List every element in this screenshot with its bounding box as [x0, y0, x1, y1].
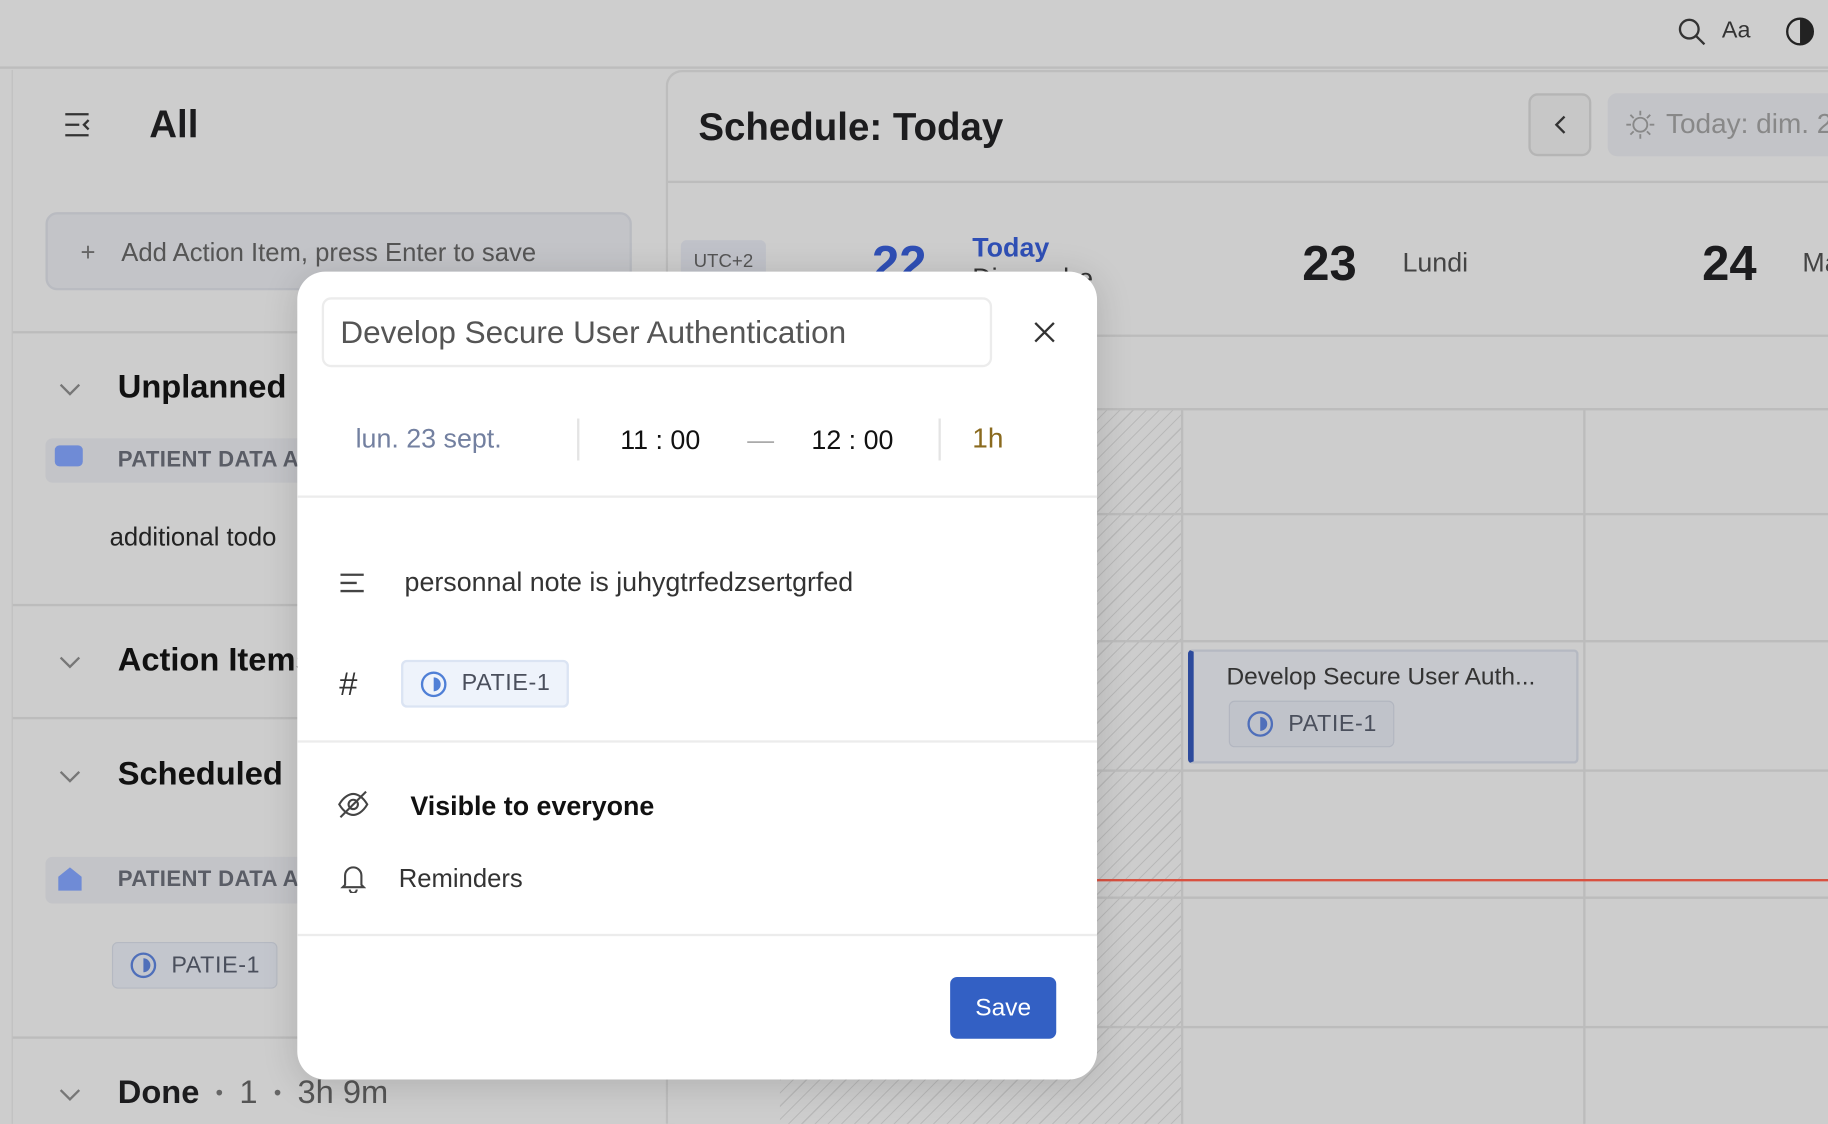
section-unplanned[interactable]: Unplanned [118, 368, 287, 405]
chevron-down-icon[interactable] [57, 764, 83, 790]
time-dash: — [747, 424, 775, 455]
close-icon[interactable] [1033, 321, 1056, 344]
sidebar-toggle-icon[interactable] [64, 112, 92, 138]
chevron-down-icon[interactable] [57, 649, 83, 675]
search-icon[interactable] [1676, 16, 1706, 46]
half-circle-icon [420, 670, 447, 697]
divider [668, 180, 1828, 184]
divider [297, 933, 1098, 937]
section-scheduled[interactable]: Scheduled [118, 755, 283, 792]
bullet: • [215, 1080, 224, 1104]
tag-chip[interactable]: PATIE-1 [401, 659, 570, 708]
save-button[interactable]: Save [950, 976, 1057, 1039]
eye-off-icon[interactable] [337, 789, 370, 819]
reminders-button[interactable]: Reminders [399, 864, 523, 894]
prev-button[interactable] [1528, 93, 1592, 157]
item-label: PATIENT DATA A [117, 447, 300, 473]
now-line [1087, 879, 1828, 882]
date-field[interactable]: lun. 23 sept. [356, 423, 502, 454]
add-input-placeholder: Add Action Item, press Enter to save [121, 237, 537, 267]
separator [577, 418, 580, 461]
item-icon [56, 865, 84, 899]
grid-col-line [1583, 408, 1586, 1124]
chevron-left-icon [1554, 115, 1566, 134]
item-icon [54, 445, 83, 467]
font-size-icon[interactable]: Aa [1722, 17, 1751, 44]
event-title: Develop Secure User Auth... [1226, 663, 1536, 691]
tag-chip[interactable]: PATIE-1 [1228, 700, 1395, 748]
list-item[interactable]: PATIENT DATA A [45, 438, 326, 483]
hash-icon: # [339, 665, 358, 702]
day-number[interactable]: 24 [1702, 235, 1756, 291]
tag-chip[interactable]: PATIE-1 [111, 941, 278, 989]
list-item[interactable]: PATIENT DATA A [45, 856, 326, 904]
schedule-title: Schedule: Today [698, 104, 1004, 149]
half-circle-icon [1247, 711, 1274, 737]
day-number[interactable]: 23 [1302, 235, 1356, 291]
sidebar-title: All [149, 102, 199, 146]
start-time[interactable]: 11 : 00 [620, 424, 700, 455]
divider [297, 740, 1098, 743]
today-button-label: Today: dim. 2 [1665, 108, 1828, 140]
contrast-icon[interactable] [1785, 16, 1815, 46]
done-count: 1 [239, 1073, 258, 1110]
event-edit-modal: Develop Secure User Authentication lun. … [297, 271, 1098, 1080]
tag-label: PATIE-1 [461, 670, 551, 696]
plus-icon: + [80, 237, 96, 267]
top-bar: Aa [0, 0, 1828, 69]
chevron-down-icon[interactable] [57, 377, 83, 403]
title-input[interactable]: Develop Secure User Authentication [321, 297, 993, 368]
day-label: Lundi [1402, 247, 1469, 278]
visibility-toggle[interactable]: Visible to everyone [410, 790, 654, 821]
note-icon [340, 573, 364, 593]
divider [297, 495, 1098, 498]
sun-icon [1626, 110, 1655, 139]
bell-icon [340, 866, 367, 894]
section-action-items[interactable]: Action Items [118, 641, 314, 678]
grid-col-line [1180, 408, 1184, 1124]
tag-label: PATIE-1 [171, 951, 261, 978]
item-label: PATIENT DATA A [117, 867, 300, 892]
bullet: • [273, 1080, 282, 1104]
day-label: Ma [1802, 247, 1828, 278]
separator [938, 418, 941, 461]
list-item-text[interactable]: additional todo [110, 522, 277, 552]
day-label: Today [972, 231, 1050, 263]
end-time[interactable]: 12 : 00 [811, 424, 893, 455]
tag-label: PATIE-1 [1288, 710, 1377, 737]
note-field[interactable]: personnal note is juhygtrfedzsertgrfed [405, 567, 854, 598]
chevron-down-icon[interactable] [57, 1082, 83, 1108]
calendar-event[interactable]: Develop Secure User Auth... PATIE-1 [1187, 649, 1579, 764]
section-label: Done [117, 1073, 200, 1110]
duration: 1h [972, 423, 1004, 455]
title-value: Develop Secure User Authentication [340, 314, 847, 350]
today-button[interactable]: Today: dim. 2 [1607, 93, 1828, 157]
half-circle-icon [130, 952, 157, 979]
